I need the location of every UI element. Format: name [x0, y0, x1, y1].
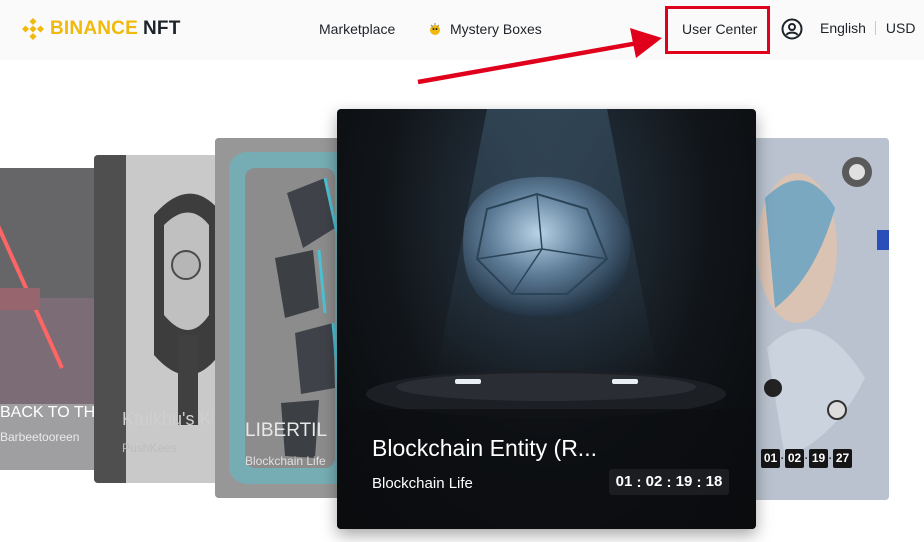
page: BINANCE NFT Marketplace Mystery Boxes Use…: [0, 0, 924, 542]
currency-selector[interactable]: USD: [886, 20, 916, 36]
countdown-seconds: 18: [705, 473, 723, 490]
countdown-separator: :: [696, 473, 702, 491]
annotation-highlight-box: [665, 6, 770, 54]
logo-wordmark: BINANCE NFT: [50, 18, 181, 40]
featured-nft-card[interactable]: Blockchain Entity (R... Blockchain Life …: [337, 109, 756, 529]
countdown-hours: 02: [785, 449, 804, 468]
language-selector[interactable]: English: [820, 20, 866, 36]
nft-card[interactable]: Ktulkhu's K PushKees: [94, 155, 234, 483]
nft-card[interactable]: 01 · 02 · 19 · 27: [745, 138, 889, 500]
card-artwork: [337, 109, 756, 529]
binance-diamond-icon: [22, 18, 44, 40]
countdown-separator: :: [666, 473, 672, 491]
featured-card-creator: Blockchain Life: [372, 475, 473, 492]
nav-marketplace[interactable]: Marketplace: [319, 20, 395, 38]
card-creator: PushKees: [122, 441, 177, 455]
card-artwork: [745, 138, 889, 500]
countdown-separator: :: [636, 473, 642, 491]
divider: [874, 21, 876, 35]
card-creator: Barbeetooreen: [0, 430, 80, 444]
logo-brand: BINANCE: [50, 18, 138, 39]
featured-card-title: Blockchain Entity (R...: [372, 435, 597, 461]
countdown-minutes: 19: [675, 473, 693, 490]
card-fade-overlay: [94, 155, 234, 483]
annotation-arrow-icon: [417, 28, 662, 85]
language-currency-selector: English USD: [820, 20, 915, 36]
card-title: Ktulkhu's K: [122, 409, 212, 429]
countdown-days: 01: [615, 473, 633, 490]
card-title: BACK TO TH: [0, 404, 96, 421]
countdown-timer: 01 : 02 : 19 : 18: [609, 469, 729, 495]
card-title: LIBERTIL: [245, 420, 328, 441]
account-circle-icon[interactable]: [781, 18, 803, 40]
countdown-seconds: 27: [833, 449, 852, 468]
logo-product: NFT: [142, 18, 181, 39]
card-creator: Blockchain Life: [245, 454, 326, 468]
countdown-timer: 01 · 02 · 19 · 27: [761, 449, 852, 468]
countdown-days: 01: [761, 449, 780, 468]
countdown-minutes: 19: [809, 449, 828, 468]
countdown-hours: 02: [645, 473, 663, 490]
binance-nft-logo[interactable]: BINANCE NFT: [22, 15, 181, 43]
